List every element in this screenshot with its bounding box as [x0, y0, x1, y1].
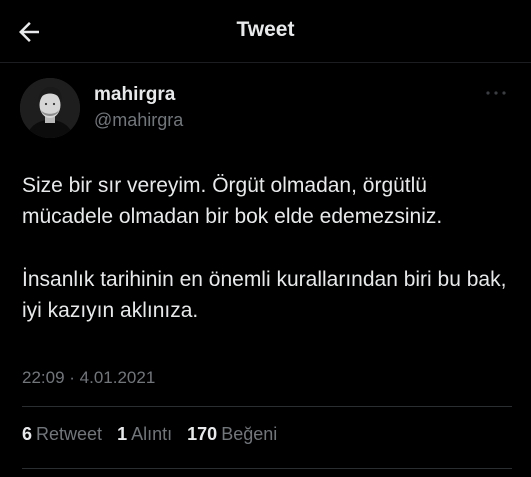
tweet-stats: 6 Retweet 1 Alıntı 170 Beğeni	[22, 424, 287, 445]
header-divider	[0, 62, 531, 63]
quotes-stat[interactable]: 1 Alıntı	[117, 424, 172, 445]
page-title: Tweet	[236, 18, 295, 41]
retweets-count: 6	[22, 424, 33, 444]
retweets-label: Retweet	[36, 424, 103, 444]
tweet-timestamp[interactable]: 22:09 · 4.01.2021	[22, 368, 155, 388]
quotes-label: Alıntı	[131, 424, 173, 444]
quotes-count: 1	[117, 424, 128, 444]
stats-divider	[22, 406, 512, 407]
likes-label: Beğeni	[221, 424, 278, 444]
more-options-button[interactable]	[482, 86, 510, 100]
tweet-text: Size bir sır vereyim. Örgüt olmadan, örg…	[22, 170, 512, 358]
likes-count: 170	[187, 424, 218, 444]
author-display-name[interactable]: mahirgra	[94, 84, 175, 106]
likes-stat[interactable]: 170 Beğeni	[187, 424, 277, 445]
tweet-paragraph: İnsanlık tarihinin en önemli kurallarınd…	[22, 268, 507, 322]
tweet-author: mahirgra @mahirgra	[20, 74, 510, 144]
bottom-divider	[22, 468, 512, 469]
author-handle[interactable]: @mahirgra	[94, 110, 183, 131]
top-bar: Tweet	[0, 0, 531, 62]
avatar[interactable]	[20, 78, 80, 138]
avatar-image	[20, 78, 80, 138]
more-dots-icon	[486, 91, 506, 95]
tweet-paragraph: Size bir sır vereyim. Örgüt olmadan, örg…	[22, 174, 443, 228]
retweets-stat[interactable]: 6 Retweet	[22, 424, 102, 445]
